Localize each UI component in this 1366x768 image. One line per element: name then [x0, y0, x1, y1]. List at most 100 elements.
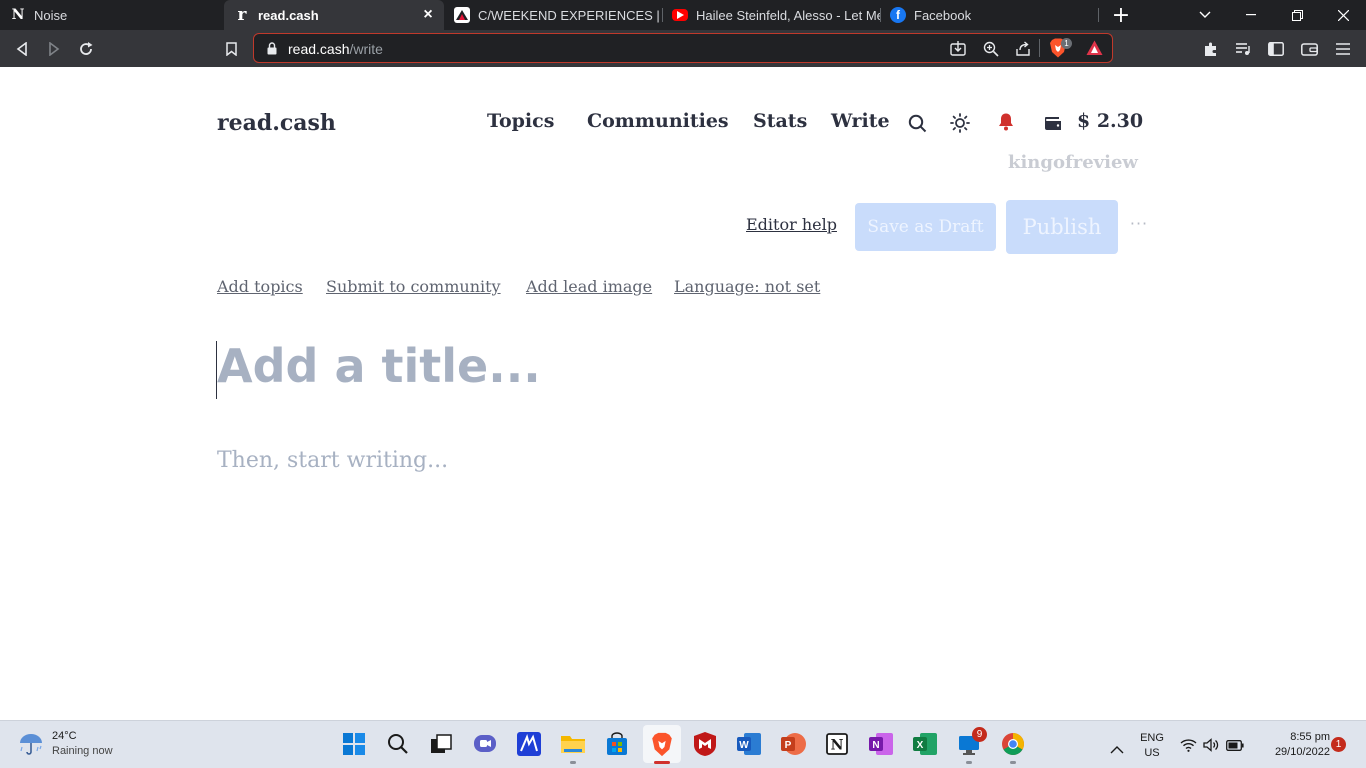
- quick-settings-button[interactable]: [1180, 736, 1250, 754]
- battery-icon: [1226, 739, 1244, 751]
- teams-chat-button[interactable]: [472, 731, 498, 757]
- wallet-button[interactable]: [1298, 38, 1320, 60]
- notifications-button[interactable]: [995, 110, 1017, 132]
- notification-badge[interactable]: 1: [1331, 737, 1346, 752]
- start-button[interactable]: [341, 731, 367, 757]
- brave-shields-button[interactable]: 1: [1049, 38, 1073, 60]
- brave-rewards-icon[interactable]: [1086, 40, 1103, 56]
- input-language-button[interactable]: ENG US: [1137, 731, 1167, 761]
- lang-secondary: US: [1144, 747, 1160, 759]
- reload-button[interactable]: [75, 38, 97, 60]
- store-button[interactable]: [604, 731, 630, 757]
- url-text: read.cash/write: [288, 41, 383, 57]
- word-button[interactable]: W: [736, 731, 762, 757]
- title-input[interactable]: Add a title...: [217, 339, 541, 393]
- username-link[interactable]: kingofreview: [1008, 152, 1138, 173]
- close-icon[interactable]: ×: [420, 7, 436, 23]
- restore-icon: [1291, 9, 1303, 21]
- language-link[interactable]: Language: not set: [674, 277, 820, 296]
- task-view-button[interactable]: [428, 731, 454, 757]
- reload-icon: [80, 42, 93, 55]
- nav-stats[interactable]: Stats: [753, 110, 807, 132]
- sidebar-button[interactable]: [1265, 38, 1287, 60]
- install-app-icon[interactable]: [950, 41, 966, 57]
- more-options-button[interactable]: ···: [1128, 216, 1150, 232]
- wallet-icon: [1300, 43, 1318, 56]
- powerpoint-button[interactable]: P: [780, 731, 806, 757]
- extensions-button[interactable]: [1200, 38, 1222, 60]
- mcafee-button[interactable]: [692, 731, 718, 757]
- weather-desc: Raining now: [52, 745, 113, 757]
- tab-peakd[interactable]: C/WEEKEND EXPERIENCES | PeakD: [444, 0, 662, 30]
- tab-search-button[interactable]: [1182, 0, 1228, 30]
- powerpoint-icon: P: [781, 733, 806, 755]
- tab-noise[interactable]: N Noise: [0, 0, 222, 30]
- weather-widget[interactable]: 24°C Raining now: [18, 729, 113, 759]
- brave-taskbar-button[interactable]: [643, 725, 681, 763]
- site-logo[interactable]: read.cash: [217, 110, 336, 136]
- show-hidden-icons-button[interactable]: [1110, 739, 1124, 758]
- forward-button[interactable]: [43, 38, 65, 60]
- running-indicator: [1010, 761, 1016, 764]
- nav-write[interactable]: Write: [831, 110, 890, 132]
- chevron-up-icon: [1110, 746, 1124, 754]
- chrome-icon: [1002, 733, 1024, 755]
- zoom-icon[interactable]: [983, 41, 999, 57]
- wallet-balance[interactable]: $ 2.30: [1077, 110, 1143, 132]
- notion-button[interactable]: N: [824, 731, 850, 757]
- tab-youtube[interactable]: Hailee Steinfeld, Alesso - Let Me G: [662, 0, 880, 30]
- submit-community-link[interactable]: Submit to community: [326, 277, 501, 296]
- close-window-button[interactable]: [1320, 0, 1366, 30]
- menu-button[interactable]: [1332, 38, 1354, 60]
- chat-icon: [474, 735, 496, 752]
- address-bar[interactable]: read.cash/write 1: [253, 33, 1113, 63]
- brave-lion-icon: [652, 732, 672, 756]
- browser-tabstrip: N Noise r read.cash × C/WEEKEND EXPERIEN…: [0, 0, 1366, 30]
- readcash-icon: r: [237, 5, 247, 25]
- folder-icon: [561, 736, 585, 753]
- body-input[interactable]: Then, start writing...: [217, 448, 448, 473]
- playlist-icon: [1235, 43, 1250, 55]
- tab-facebook[interactable]: f Facebook: [880, 0, 1098, 30]
- sun-icon: [950, 113, 970, 133]
- add-topics-link[interactable]: Add topics: [217, 277, 303, 296]
- tab-title: C/WEEKEND EXPERIENCES | PeakD: [478, 7, 662, 23]
- search-button[interactable]: [906, 112, 928, 134]
- running-indicator: [570, 761, 576, 764]
- editor-help-link[interactable]: Editor help: [746, 215, 837, 234]
- chrome-button[interactable]: [1000, 731, 1026, 757]
- taskbar-search-button[interactable]: [385, 731, 411, 757]
- hamburger-icon: [1336, 43, 1350, 55]
- divider: [1039, 39, 1040, 57]
- back-button[interactable]: [11, 38, 33, 60]
- windows-icon: [343, 733, 365, 755]
- publish-button[interactable]: Publish: [1006, 200, 1118, 254]
- svg-text:X: X: [917, 740, 924, 751]
- svg-text:P: P: [785, 740, 792, 751]
- new-tab-button[interactable]: +: [1098, 0, 1144, 30]
- bookmark-icon: [225, 42, 237, 56]
- excel-button[interactable]: X: [912, 731, 938, 757]
- nav-topics[interactable]: Topics: [487, 110, 554, 132]
- tab-readcash[interactable]: r read.cash ×: [224, 0, 444, 30]
- share-icon[interactable]: [1015, 41, 1031, 57]
- app-framer-button[interactable]: [516, 731, 542, 757]
- restore-button[interactable]: [1274, 0, 1320, 30]
- wallet-link[interactable]: [1042, 112, 1064, 134]
- nav-communities[interactable]: Communities: [587, 110, 729, 132]
- theme-toggle-button[interactable]: [949, 112, 971, 134]
- clock-button[interactable]: 8:55 pm 29/10/2022: [1258, 730, 1330, 760]
- bookmark-button[interactable]: [220, 38, 242, 60]
- file-explorer-button[interactable]: [560, 731, 586, 757]
- save-draft-button[interactable]: Save as Draft: [855, 203, 996, 251]
- playlist-button[interactable]: [1232, 38, 1254, 60]
- onenote-button[interactable]: N: [868, 731, 894, 757]
- minimize-button[interactable]: [1228, 0, 1274, 30]
- clock-date: 29/10/2022: [1274, 746, 1330, 758]
- framer-app-icon: [517, 732, 541, 756]
- excel-icon: X: [913, 733, 937, 755]
- clock-time: 8:55 pm: [1290, 731, 1330, 743]
- add-lead-image-link[interactable]: Add lead image: [526, 277, 652, 296]
- word-icon: W: [737, 733, 761, 755]
- url-path: /write: [349, 41, 383, 57]
